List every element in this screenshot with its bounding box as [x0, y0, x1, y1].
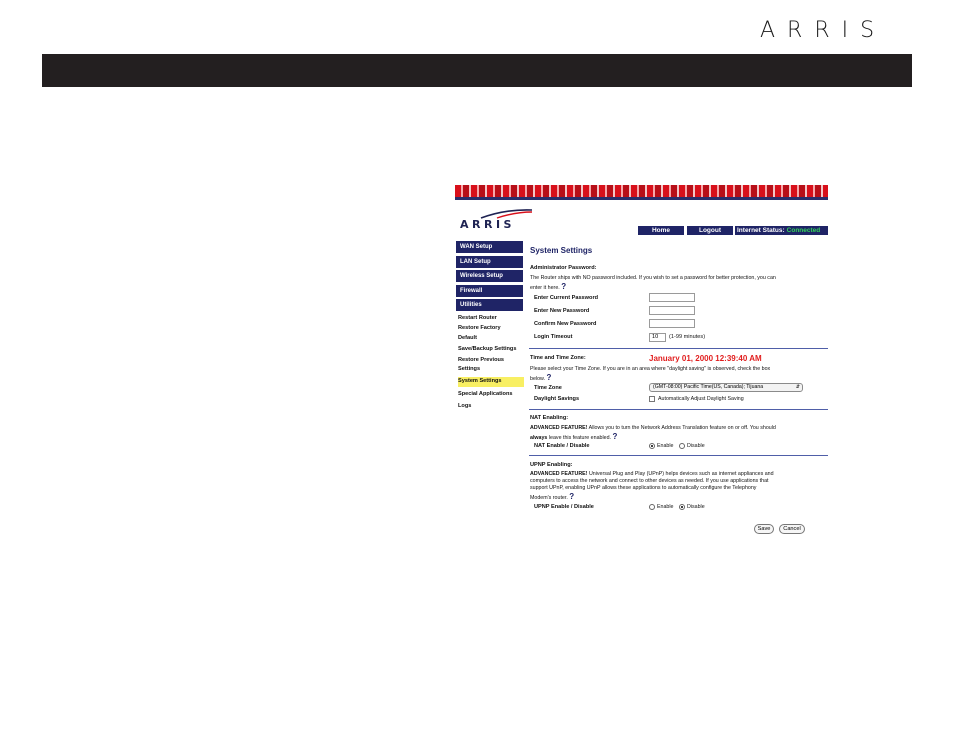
subnav-restore-previous-settings[interactable]: Settings: [458, 365, 524, 375]
nat-always: always: [530, 435, 548, 441]
daylight-savings-checkbox[interactable]: [649, 396, 655, 402]
admin-password-desc-1: The Router ships with NO password includ…: [530, 275, 776, 281]
upnp-label: UPNP Enable / Disable: [534, 504, 594, 510]
help-icon[interactable]: ?: [547, 373, 552, 382]
subnav-restore-factory[interactable]: Restore Factory: [458, 324, 524, 334]
time-zone-desc: below. ?: [530, 373, 551, 382]
upnp-desc-line-1: ADVANCED FEATURE! Universal Plug and Pla…: [530, 471, 774, 477]
nav-lan-setup[interactable]: LAN Setup: [456, 255, 523, 268]
new-password-input[interactable]: [649, 306, 695, 315]
nat-desc-1: Allows you to turn the Network Address T…: [587, 425, 776, 431]
nav-firewall[interactable]: Firewall: [456, 284, 523, 297]
decorative-stripe: [455, 185, 828, 197]
admin-password-heading: Administrator Password:: [530, 265, 597, 271]
time-zone-label: Time Zone: [534, 385, 562, 391]
current-password-label: Enter Current Password: [534, 295, 599, 301]
login-timeout-hint: (1-99 minutes): [669, 334, 706, 340]
logout-button[interactable]: Logout: [687, 226, 733, 235]
nav-utilities[interactable]: Utilities: [456, 299, 523, 312]
help-icon[interactable]: ?: [569, 492, 574, 501]
admin-password-desc-2: enter it here.: [530, 285, 560, 291]
subnav-restart-router[interactable]: Restart Router: [458, 314, 524, 324]
current-date-time: January 01, 2000 12:39:40 AM: [649, 354, 762, 363]
time-zone-desc-2: below.: [530, 376, 546, 382]
section-divider: [529, 409, 828, 410]
router-screenshot: ARRIS Home Logout Internet Status: Conne…: [455, 185, 828, 537]
login-timeout-label: Login Timeout: [534, 334, 573, 340]
subnav-logs[interactable]: Logs: [458, 402, 524, 412]
header-bar: [42, 54, 912, 87]
router-logo-text: ARRIS: [460, 218, 515, 231]
upnp-disable-label: Disable: [687, 504, 705, 510]
daylight-savings-option: Automatically Adjust Daylight Saving: [658, 396, 744, 402]
upnp-desc-line-4: Modem's router. ?: [530, 492, 574, 501]
upnp-advanced-feature: ADVANCED FEATURE!: [530, 471, 588, 477]
nav-wireless-setup[interactable]: Wireless Setup: [456, 270, 523, 283]
chevron-up-down-icon: ⇵: [795, 384, 800, 390]
time-zone-select-value: (GMT-08:00) Pacific Time(US, Canada); Ti…: [653, 384, 764, 390]
subnav-save-backup-settings[interactable]: Save/Backup Settings: [458, 345, 524, 355]
nav-wan-setup[interactable]: WAN Setup: [456, 241, 523, 253]
sidebar-nav: WAN Setup LAN Setup Wireless Setup Firew…: [456, 241, 523, 314]
time-zone-heading: Time and Time Zone:: [530, 355, 586, 361]
nat-disable-radio[interactable]: [679, 443, 685, 449]
section-divider: [529, 348, 828, 349]
upnp-desc-3: support UPnP, enabling UPnP allows these…: [530, 485, 757, 491]
subnav-system-settings[interactable]: System Settings: [458, 377, 524, 387]
confirm-password-label: Confirm New Password: [534, 321, 597, 327]
help-icon[interactable]: ?: [612, 432, 617, 441]
upnp-enable-label: Enable: [657, 504, 674, 510]
nat-enable-label: Enable: [657, 443, 674, 449]
decorative-stripe-navy: [455, 197, 828, 200]
login-timeout-input[interactable]: 10: [649, 333, 666, 342]
subnav-special-applications[interactable]: Special Applications: [458, 390, 524, 400]
subnav-restore-factory-default[interactable]: Default: [458, 334, 524, 344]
arris-logo-text: ARRIS: [760, 18, 887, 43]
time-zone-select[interactable]: (GMT-08:00) Pacific Time(US, Canada); Ti…: [649, 383, 803, 392]
nat-disable-label: Disable: [687, 443, 705, 449]
internet-status-value: Connected: [786, 227, 821, 234]
nat-desc-2: leave this feature enabled.: [547, 435, 611, 441]
admin-password-desc: enter it here. ?: [530, 282, 566, 291]
nat-heading: NAT Enabling:: [530, 415, 569, 421]
nat-desc-line-1: ADVANCED FEATURE! Allows you to turn the…: [530, 425, 776, 431]
upnp-disable-radio[interactable]: [679, 504, 685, 510]
home-button[interactable]: Home: [638, 226, 684, 235]
upnp-desc-2: computers to access the network and conn…: [530, 478, 769, 484]
section-divider: [529, 455, 828, 456]
internet-status: Internet Status: Connected: [735, 226, 828, 235]
confirm-password-input[interactable]: [649, 319, 695, 328]
upnp-desc-4: Modem's router.: [530, 495, 568, 501]
time-zone-desc-1: Please select your Time Zone. If you are…: [530, 366, 771, 372]
nat-advanced-feature: ADVANCED FEATURE!: [530, 425, 588, 431]
current-password-input[interactable]: [649, 293, 695, 302]
internet-status-label: Internet Status:: [737, 227, 785, 234]
nat-desc-line-2: always leave this feature enabled. ?: [530, 432, 617, 441]
daylight-savings-label: Daylight Savings: [534, 396, 580, 402]
arris-logo: ARRIS: [760, 20, 912, 42]
help-icon[interactable]: ?: [561, 282, 566, 291]
nat-enable-radio[interactable]: [649, 443, 655, 449]
upnp-enable-radio[interactable]: [649, 504, 655, 510]
new-password-label: Enter New Password: [534, 308, 590, 314]
upnp-desc-1: Universal Plug and Play (UPnP) helps dev…: [587, 471, 774, 477]
upnp-heading: UPNP Enabling:: [530, 462, 573, 468]
save-button[interactable]: Save: [754, 524, 774, 534]
router-logo: ARRIS: [459, 209, 533, 231]
cancel-button[interactable]: Cancel: [779, 524, 805, 534]
nat-label: NAT Enable / Disable: [534, 443, 590, 449]
page-title: System Settings: [530, 246, 593, 255]
